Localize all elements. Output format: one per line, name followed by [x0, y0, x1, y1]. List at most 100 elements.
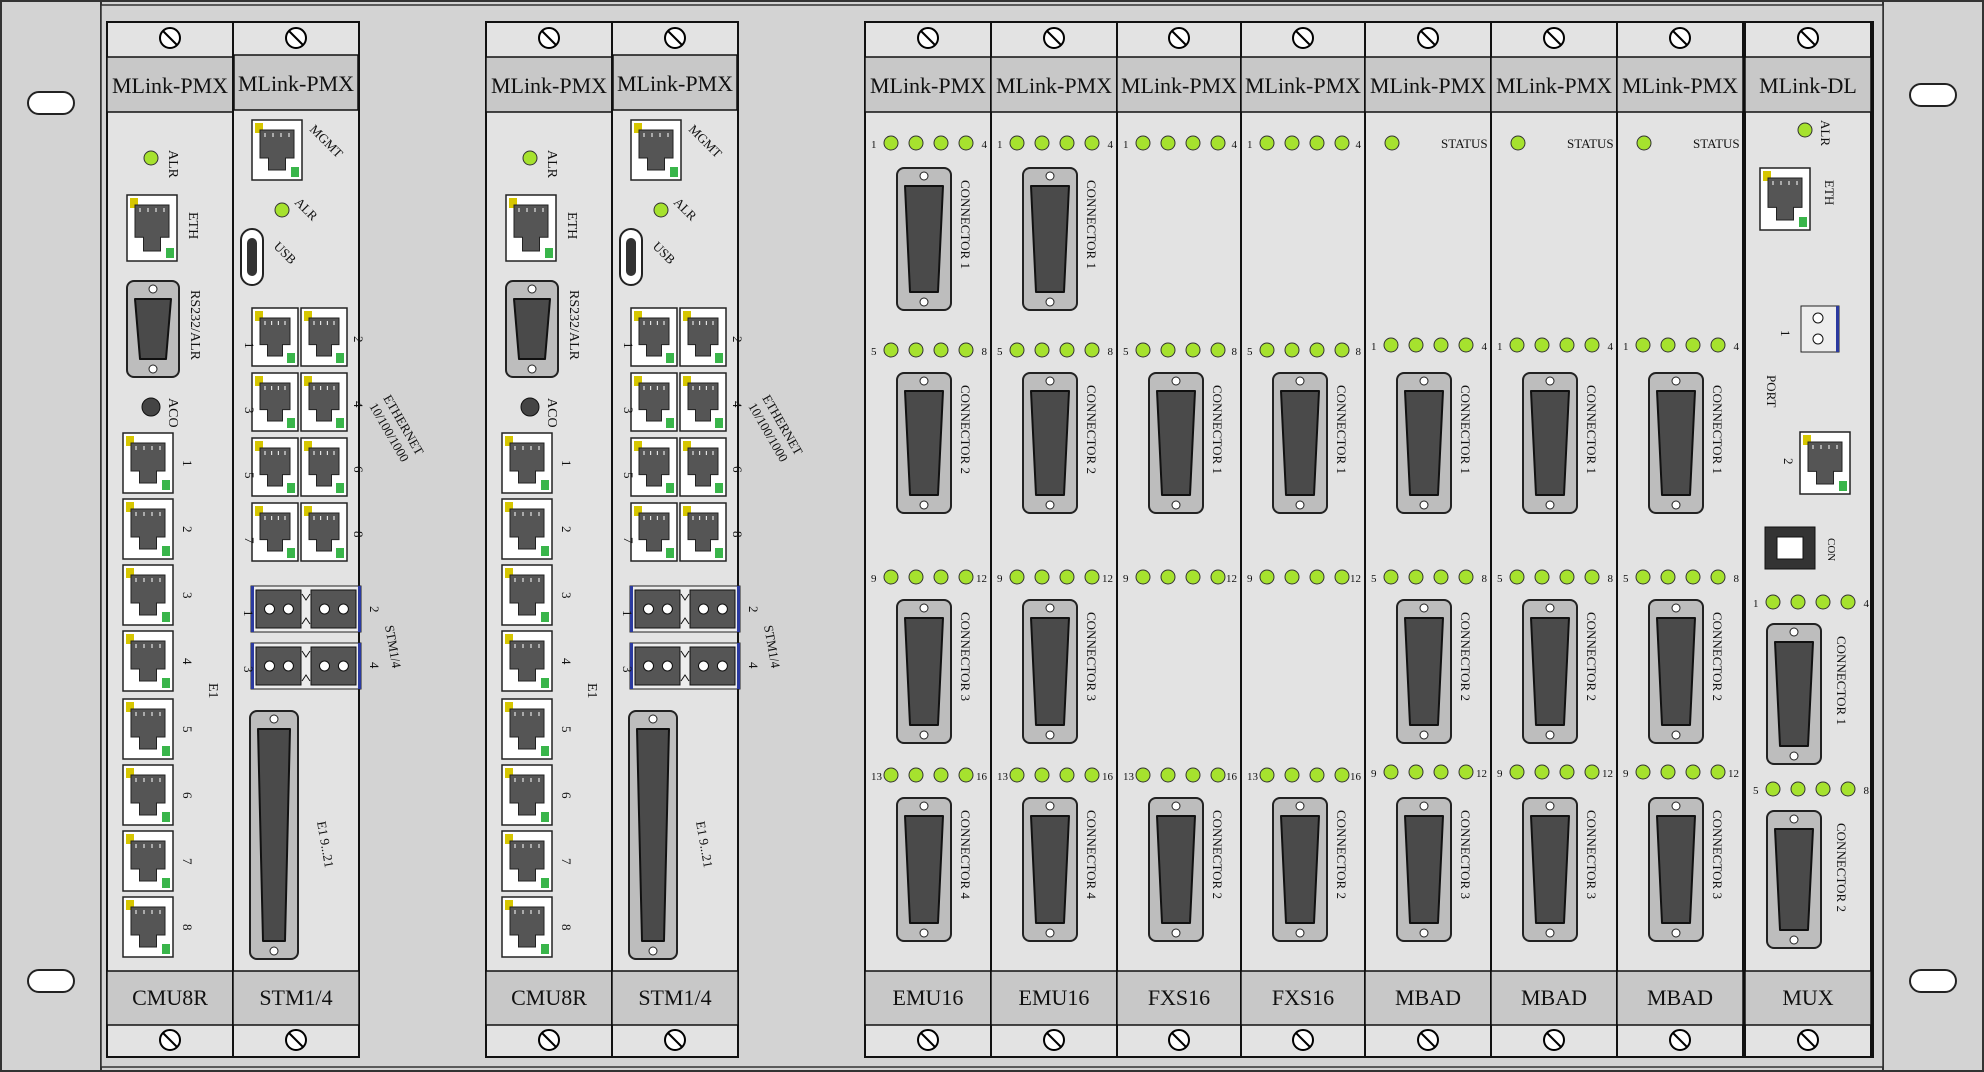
mount-hole [919, 730, 929, 740]
dsub-connector[interactable] [1522, 599, 1578, 744]
stm-port-number: 2 [367, 606, 382, 613]
mount-hole [1295, 801, 1305, 811]
ethernet-port[interactable] [679, 307, 727, 367]
mount-hole [1789, 935, 1799, 945]
usb-port[interactable] [619, 228, 643, 286]
dsub-connector[interactable] [1648, 797, 1704, 942]
ethernet-port[interactable] [679, 437, 727, 497]
ethernet-port[interactable] [630, 372, 678, 432]
e1-port[interactable] [501, 830, 553, 892]
mount-hole [1419, 500, 1429, 510]
dsub-connector[interactable] [1148, 797, 1204, 942]
e1-port[interactable] [501, 630, 553, 692]
led-indicator [1009, 767, 1025, 783]
dsub-connector[interactable] [1272, 797, 1328, 942]
mount-hole [1045, 603, 1055, 613]
ethernet-port[interactable] [300, 372, 348, 432]
aco-button[interactable] [520, 397, 540, 417]
mounting-slot [27, 969, 75, 993]
dsub-connector[interactable] [1022, 372, 1078, 514]
dsub-connector[interactable] [1272, 372, 1328, 514]
console-port[interactable] [1764, 526, 1816, 570]
ethernet-port[interactable] [300, 437, 348, 497]
eth-port[interactable] [126, 194, 178, 262]
e1-port-number: 2 [180, 526, 195, 533]
mgmt-port[interactable] [630, 119, 682, 181]
dsub-connector[interactable] [1022, 599, 1078, 744]
e1-port[interactable] [122, 764, 174, 826]
ethernet-port[interactable] [630, 502, 678, 562]
led-indicator [1584, 764, 1600, 780]
ethernet-port[interactable] [300, 307, 348, 367]
rs232-port[interactable] [126, 280, 180, 378]
led-indicator [1433, 764, 1449, 780]
e1-port[interactable] [501, 432, 553, 494]
led-indicator [1059, 135, 1075, 151]
dsub-connector[interactable] [896, 797, 952, 942]
ethernet-port[interactable] [251, 437, 299, 497]
dsub-connector[interactable] [1522, 372, 1578, 514]
eth-port[interactable] [1759, 167, 1811, 231]
sfp-fiber-port[interactable] [250, 642, 362, 690]
e1-port[interactable] [501, 896, 553, 958]
dsub-connector[interactable] [1648, 372, 1704, 514]
ethernet-port[interactable] [251, 372, 299, 432]
screw-icon [917, 1029, 939, 1051]
e1-port[interactable] [122, 432, 174, 494]
mgmt-port[interactable] [251, 119, 303, 181]
eth-port-number: 7 [621, 537, 636, 544]
e1-port[interactable] [122, 830, 174, 892]
dsub-connector[interactable] [1396, 797, 1452, 942]
e1-port[interactable] [501, 498, 553, 560]
usb-port[interactable] [240, 228, 264, 286]
e1-port[interactable] [501, 764, 553, 826]
eth-port[interactable] [505, 194, 557, 262]
ethernet-port[interactable] [630, 437, 678, 497]
led-group-start: 5 [1753, 785, 1759, 797]
dsub-connector[interactable] [896, 167, 952, 311]
ethernet-port[interactable] [251, 502, 299, 562]
e1-port[interactable] [122, 698, 174, 760]
dsub-connector[interactable] [1022, 167, 1078, 311]
ethernet-port[interactable] [679, 502, 727, 562]
e1-port[interactable] [122, 498, 174, 560]
aco-button[interactable] [141, 397, 161, 417]
led-group-end: 16 [976, 771, 988, 783]
dsub-connector[interactable] [1148, 372, 1204, 514]
dsub-connector[interactable] [1396, 372, 1452, 514]
ethernet-port[interactable] [679, 372, 727, 432]
led-indicator [1660, 569, 1676, 585]
port-1-terminal[interactable] [1800, 305, 1840, 353]
dsub-connector[interactable] [1648, 599, 1704, 744]
e1-port[interactable] [501, 698, 553, 760]
e1-connector[interactable] [249, 710, 299, 960]
dsub-connector[interactable] [1022, 797, 1078, 942]
e1-port[interactable] [501, 564, 553, 626]
ethernet-port[interactable] [630, 307, 678, 367]
e1-port[interactable] [122, 630, 174, 692]
sfp-fiber-port[interactable] [629, 642, 741, 690]
ethernet-port[interactable] [300, 502, 348, 562]
dsub-connector[interactable] [1522, 797, 1578, 942]
port-led-green [541, 944, 549, 954]
rs232-port[interactable] [505, 280, 559, 378]
screw-icon [538, 1029, 560, 1051]
mount-hole [1545, 928, 1555, 938]
mount-hole [1045, 297, 1055, 307]
eth-port-number: 4 [351, 401, 366, 408]
dsub-connector[interactable] [896, 372, 952, 514]
led-indicator [1840, 781, 1856, 797]
dsub-connector[interactable] [1766, 810, 1822, 949]
port-2[interactable] [1799, 431, 1851, 495]
led-indicator [1084, 342, 1100, 358]
dsub-connector[interactable] [1396, 599, 1452, 744]
sfp-fiber-port[interactable] [629, 585, 741, 633]
dsub-connector[interactable] [896, 599, 952, 744]
ethernet-port[interactable] [251, 307, 299, 367]
dsub-connector[interactable] [1766, 623, 1822, 765]
e1-connector[interactable] [628, 710, 678, 960]
e1-port[interactable] [122, 896, 174, 958]
card-type-text: EMU16 [893, 985, 964, 1010]
e1-port[interactable] [122, 564, 174, 626]
sfp-fiber-port[interactable] [250, 585, 362, 633]
